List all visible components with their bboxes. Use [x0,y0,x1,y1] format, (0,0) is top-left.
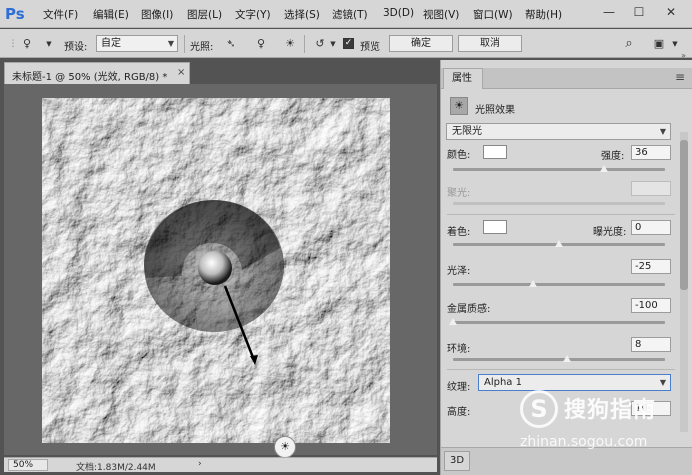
spot-light-icon[interactable]: ➴ [224,37,238,51]
chevron-down-icon[interactable]: ▼ [326,37,340,51]
light-color-swatch[interactable] [483,145,507,159]
gloss-field[interactable]: -25 [631,259,671,274]
ambience-slider-thumb[interactable] [563,355,572,362]
tab-properties[interactable]: 属性 [443,68,483,89]
3d-button[interactable]: 3D [444,451,470,471]
ambience-field[interactable]: 8 [631,337,671,352]
zoom-field[interactable]: 50% [8,459,48,471]
panel-tab-bar: 属性 ≡ [441,68,692,89]
preview-checkbox[interactable]: ✓ [343,38,354,49]
menu-type[interactable]: 文字(Y) [235,7,271,22]
intensity-label: 强度: [601,151,625,162]
ok-button[interactable]: 确定 [389,35,453,52]
menu-3d[interactable]: 3D(D) [383,7,414,19]
menu-window[interactable]: 窗口(W) [473,7,513,22]
lighting-effects-icon: ☀ [450,97,468,115]
status-menu-arrow-icon[interactable]: › [198,459,202,469]
light-type-select[interactable]: 无限光 ▼ [446,123,671,140]
menu-filter[interactable]: 滤镜(T) [332,7,368,22]
document-size: 文档:1.83M/2.44M [76,463,156,473]
intensity-slider-thumb[interactable] [599,165,608,172]
ambience-slider[interactable] [453,358,665,361]
light-bulb-tool-icon[interactable]: ♀ [20,37,34,51]
photoshop-logo: Ps [5,5,25,23]
ambience-label: 环境: [447,344,471,355]
properties-panel: » 属性 ≡ ☀ 光照效果 无限光 ▼ 颜色: 强度: 36 聚光: 着色: 曝光… [440,51,692,475]
metallic-field[interactable]: -100 [631,298,671,313]
colorize-label: 着色: [447,227,471,238]
status-bar: 50% 文档:1.83M/2.44M › [4,457,437,473]
exposure-slider-thumb[interactable] [555,240,563,247]
restore-button[interactable]: ☐ [628,2,650,22]
intensity-field[interactable]: 36 [631,145,671,160]
chevron-down-icon[interactable]: ▼ [668,37,682,51]
preset-label: 预设: [64,42,88,53]
hotspot-field [631,181,671,196]
light-center-icon[interactable]: ☀ [274,436,296,458]
menu-bar: Ps 文件(F) 编辑(E) 图像(I) 图层(L) 文字(Y) 选择(S) 滤… [0,0,692,28]
options-bar: ⋮ ♀ ▼ 预设: 自定 ▼ 光照: ➴ ♀ ☀ ↺ ▼ ✓ 预览 确定 取消 ⌕… [0,29,692,58]
divider [447,369,675,370]
grip-icon: ⋮ [8,39,18,49]
menu-help[interactable]: 帮助(H) [525,7,562,22]
height-label: 高度: [447,407,471,418]
collapse-panel-icon[interactable]: » [681,51,686,60]
color-label: 颜色: [447,150,471,161]
gloss-label: 光泽: [447,266,471,277]
colorize-swatch[interactable] [483,220,507,234]
light-source-orb [198,251,232,285]
gloss-slider[interactable] [453,283,665,286]
gloss-slider-thumb[interactable] [528,280,537,287]
document-tab[interactable]: 未标题-1 @ 50% (光效, RGB/8) * × [4,62,190,84]
menu-layer[interactable]: 图层(L) [187,7,222,22]
menu-file[interactable]: 文件(F) [43,7,78,22]
reset-icon[interactable]: ↺ [313,37,327,51]
canvas-area[interactable] [4,84,437,455]
minimize-button[interactable]: — [598,2,620,22]
chevron-down-icon[interactable]: ▼ [42,37,56,51]
document-canvas[interactable] [42,98,390,443]
preset-select[interactable]: 自定 ▼ [96,35,178,52]
texture-label: 纹理: [447,382,471,393]
divider [447,214,675,215]
hotspot-label: 聚光: [447,188,471,199]
menu-image[interactable]: 图像(I) [141,7,173,22]
close-button[interactable]: ✕ [660,2,682,22]
exposure-field[interactable]: 0 [631,220,671,235]
document-title: 未标题-1 @ 50% (光效, RGB/8) * [12,72,168,83]
hotspot-slider [453,202,665,205]
close-document-icon[interactable]: × [177,67,185,78]
menu-edit[interactable]: 编辑(E) [93,7,129,22]
preview-label: 预览 [360,42,380,53]
cancel-button[interactable]: 取消 [458,35,522,52]
panel-scrollbar[interactable] [680,132,688,432]
point-light-icon[interactable]: ♀ [254,37,268,51]
height-field[interactable]: 10 [631,401,671,416]
panel-bottom-bar: 3D [441,447,692,475]
metallic-slider[interactable] [453,321,665,324]
separator [184,35,185,53]
separator [304,35,305,53]
infinite-light-icon[interactable]: ☀ [283,37,297,51]
menu-select[interactable]: 选择(S) [284,7,320,22]
workspace-icon[interactable]: ▣ [652,37,666,51]
panel-menu-icon[interactable]: ≡ [675,70,685,84]
search-icon[interactable]: ⌕ [622,37,636,51]
menu-view[interactable]: 视图(V) [423,7,459,22]
panel-header-title: 光照效果 [475,105,515,116]
texture-select[interactable]: Alpha 1 ▼ [478,374,671,391]
intensity-slider[interactable] [453,168,665,171]
light-label: 光照: [190,42,214,53]
panel-scrollbar-thumb[interactable] [680,140,688,290]
metallic-slider-thumb[interactable] [449,318,457,325]
metallic-label: 金属质感: [447,304,491,315]
exposure-label: 曝光度: [593,227,627,238]
